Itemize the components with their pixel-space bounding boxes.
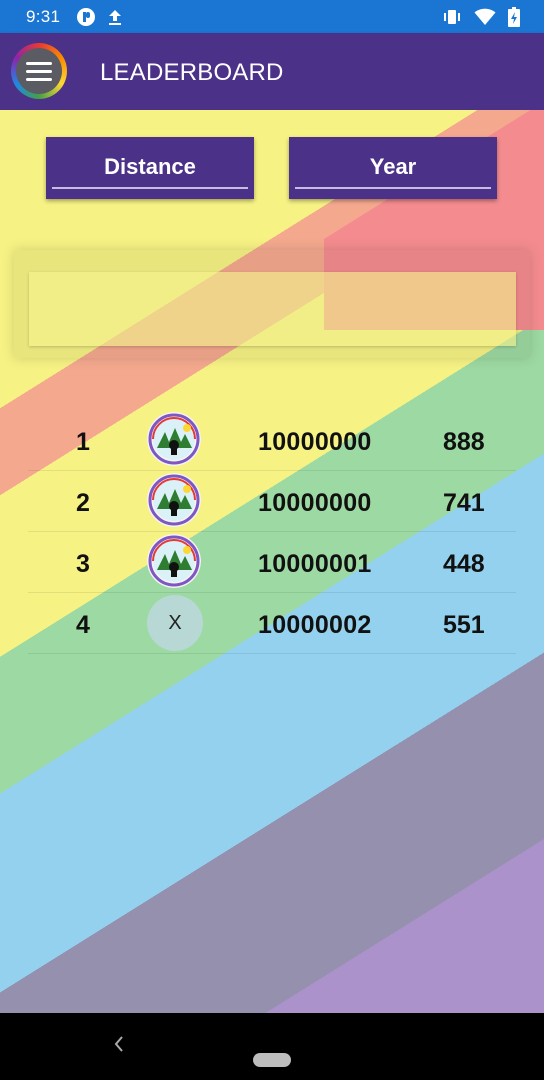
- status-bar: 9:31: [0, 0, 544, 33]
- search-input-value: [29, 272, 516, 346]
- distance-filter-button[interactable]: Distance: [46, 137, 254, 199]
- rank-cell: 2: [76, 489, 90, 517]
- value-cell: 888: [443, 428, 485, 456]
- hamburger-menu-icon: [16, 48, 62, 94]
- profile-image-icon: [147, 534, 201, 588]
- status-left-icons: [76, 7, 124, 27]
- profile-image-icon: [147, 412, 201, 466]
- avatar-placeholder: X: [147, 595, 203, 651]
- upload-icon: [106, 8, 124, 26]
- table-row[interactable]: 1 10000000 888: [28, 410, 516, 471]
- distance-filter-underline: [52, 187, 248, 189]
- rank-cell: 1: [76, 428, 90, 456]
- avatar: [147, 534, 201, 588]
- distance-filter-label: Distance: [104, 154, 196, 179]
- back-icon[interactable]: [113, 1033, 125, 1059]
- wifi-icon: [474, 8, 496, 26]
- score-cell: 10000000: [258, 428, 372, 456]
- table-row[interactable]: 4 X 10000002 551: [28, 593, 516, 654]
- app-notification-icon: [76, 7, 96, 27]
- score-cell: 10000002: [258, 611, 372, 639]
- rank-cell: 3: [76, 550, 90, 578]
- leaderboard-table: 1 10000000 888 2 10000000 741 3 10000001…: [28, 410, 516, 654]
- year-filter-underline: [295, 187, 491, 189]
- score-cell: 10000000: [258, 489, 372, 517]
- search-input[interactable]: [29, 272, 516, 346]
- status-time: 9:31: [26, 7, 61, 26]
- vibrate-icon: [442, 8, 462, 26]
- profile-image-icon: [147, 473, 201, 527]
- menu-button[interactable]: [11, 43, 67, 99]
- page-title: LEADERBOARD: [100, 59, 284, 86]
- avatar: [147, 473, 201, 527]
- table-row[interactable]: 3 10000001 448: [28, 532, 516, 593]
- year-filter-button[interactable]: Year: [289, 137, 497, 199]
- rank-cell: 4: [76, 611, 90, 639]
- value-cell: 551: [443, 611, 485, 639]
- navigation-bar: [0, 1013, 544, 1080]
- value-cell: 741: [443, 489, 485, 517]
- avatar: [147, 412, 201, 466]
- battery-charging-icon: [508, 7, 520, 27]
- table-row[interactable]: 2 10000000 741: [28, 471, 516, 532]
- home-button[interactable]: [253, 1053, 291, 1067]
- value-cell: 448: [443, 550, 485, 578]
- year-filter-label: Year: [369, 154, 417, 179]
- score-cell: 10000001: [258, 550, 372, 578]
- status-right-icons: [442, 7, 520, 27]
- app-bar: LEADERBOARD: [0, 33, 544, 110]
